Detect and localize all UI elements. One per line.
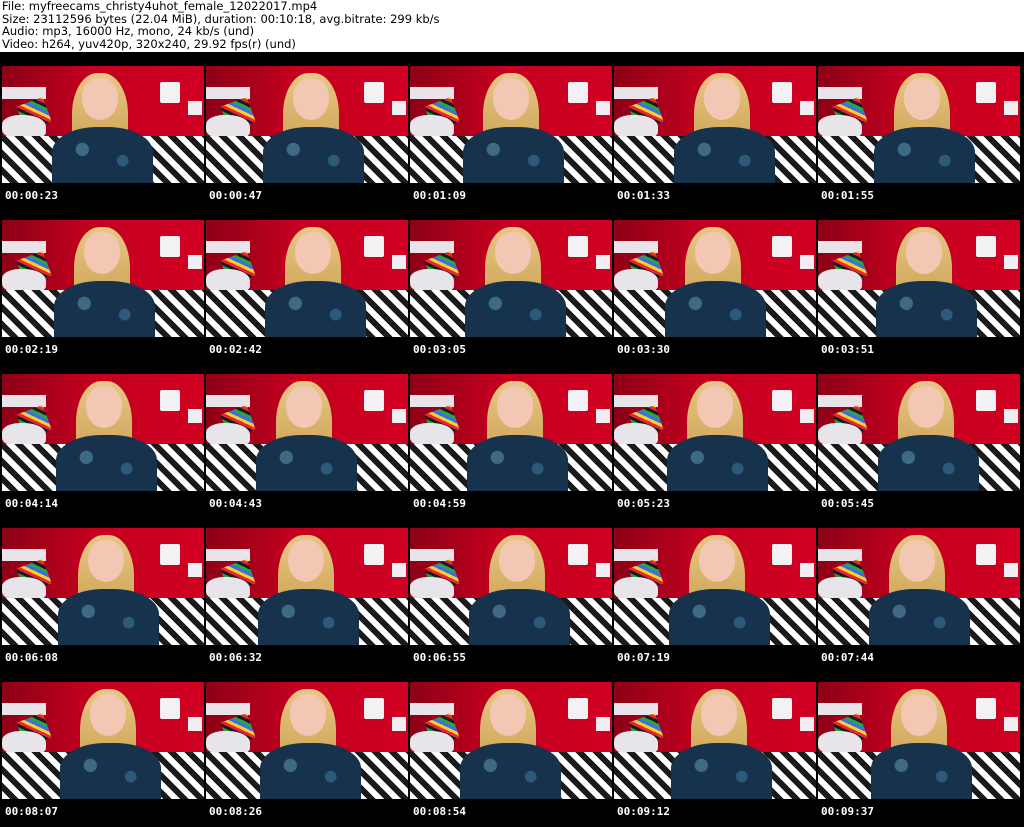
video-frame-image (614, 374, 816, 491)
video-frame-image (206, 682, 408, 799)
timestamp-label: 00:04:59 (413, 497, 466, 510)
thumbnail-tile: 00:00:23 (2, 66, 204, 211)
thumbnail-tile: 00:04:59 (410, 374, 612, 519)
video-frame-image (614, 682, 816, 799)
timestamp-label: 00:00:23 (5, 189, 58, 202)
video-frame-image (410, 374, 612, 491)
video-frame-image (614, 66, 816, 183)
thumbnail-tile: 00:02:19 (2, 220, 204, 365)
timestamp-label: 00:00:47 (209, 189, 262, 202)
timestamp-label: 00:08:26 (209, 805, 262, 818)
video-frame-image (410, 682, 612, 799)
thumbnail-tile: 00:04:14 (2, 374, 204, 519)
video-frame-image (614, 528, 816, 645)
thumbnail-tile: 00:08:26 (206, 682, 408, 827)
video-frame-image (206, 528, 408, 645)
video-frame-image (818, 374, 1020, 491)
timestamp-label: 00:04:14 (5, 497, 58, 510)
audio-info-line: Audio: mp3, 16000 Hz, mono, 24 kb/s (und… (2, 24, 255, 39)
video-frame-image (206, 66, 408, 183)
timestamp-label: 00:06:08 (5, 651, 58, 664)
video-frame-image (818, 682, 1020, 799)
thumbnail-tile: 00:09:37 (818, 682, 1020, 827)
thumbnail-tile: 00:08:07 (2, 682, 204, 827)
video-frame-image (410, 528, 612, 645)
timestamp-label: 00:04:43 (209, 497, 262, 510)
timestamp-label: 00:08:54 (413, 805, 466, 818)
video-frame-image (410, 220, 612, 337)
video-frame-image (818, 528, 1020, 645)
timestamp-label: 00:03:51 (821, 343, 874, 356)
timestamp-label: 00:07:44 (821, 651, 874, 664)
thumbnail-tile: 00:07:19 (614, 528, 816, 673)
thumbnail-tile: 00:05:45 (818, 374, 1020, 519)
thumbnail-tile: 00:06:55 (410, 528, 612, 673)
thumbnail-tile: 00:06:08 (2, 528, 204, 673)
timestamp-label: 00:02:42 (209, 343, 262, 356)
video-frame-image (2, 374, 204, 491)
timestamp-label: 00:09:37 (821, 805, 874, 818)
thumbnail-tile: 00:04:43 (206, 374, 408, 519)
timestamp-label: 00:03:30 (617, 343, 670, 356)
timestamp-label: 00:05:23 (617, 497, 670, 510)
timestamp-label: 00:01:33 (617, 189, 670, 202)
video-info-line: Video: h264, yuv420p, 320x240, 29.92 fps… (2, 36, 296, 51)
thumbnail-tile: 00:03:30 (614, 220, 816, 365)
video-frame-image (206, 374, 408, 491)
timestamp-label: 00:03:05 (413, 343, 466, 356)
video-frame-image (206, 220, 408, 337)
timestamp-label: 00:07:19 (617, 651, 670, 664)
video-frame-image (410, 66, 612, 183)
thumbnail-tile: 00:07:44 (818, 528, 1020, 673)
thumbnail-tile: 00:08:54 (410, 682, 612, 827)
timestamp-label: 00:05:45 (821, 497, 874, 510)
thumbnail-tile: 00:05:23 (614, 374, 816, 519)
video-frame-image (818, 66, 1020, 183)
video-frame-image (818, 220, 1020, 337)
timestamp-label: 00:09:12 (617, 805, 670, 818)
thumbnail-tile: 00:06:32 (206, 528, 408, 673)
timestamp-label: 00:01:09 (413, 189, 466, 202)
file-info-header: File: myfreecams_christy4uhot_female_120… (0, 0, 1024, 52)
video-frame-image (614, 220, 816, 337)
timestamp-label: 00:08:07 (5, 805, 58, 818)
video-frame-image (2, 682, 204, 799)
video-frame-image (2, 528, 204, 645)
timestamp-label: 00:06:55 (413, 651, 466, 664)
thumbnail-tile: 00:09:12 (614, 682, 816, 827)
file-name-line: File: myfreecams_christy4uhot_female_120… (2, 0, 318, 13)
thumbnail-tile: 00:01:55 (818, 66, 1020, 211)
video-frame-image (2, 220, 204, 337)
timestamp-label: 00:02:19 (5, 343, 58, 356)
thumbnail-tile: 00:01:33 (614, 66, 816, 211)
video-frame-image (2, 66, 204, 183)
thumbnail-tile: 00:01:09 (410, 66, 612, 211)
timestamp-label: 00:06:32 (209, 651, 262, 664)
timestamp-label: 00:01:55 (821, 189, 874, 202)
thumbnail-tile: 00:03:05 (410, 220, 612, 365)
thumbnail-tile: 00:03:51 (818, 220, 1020, 365)
thumbnail-tile: 00:00:47 (206, 66, 408, 211)
thumbnail-tile: 00:02:42 (206, 220, 408, 365)
